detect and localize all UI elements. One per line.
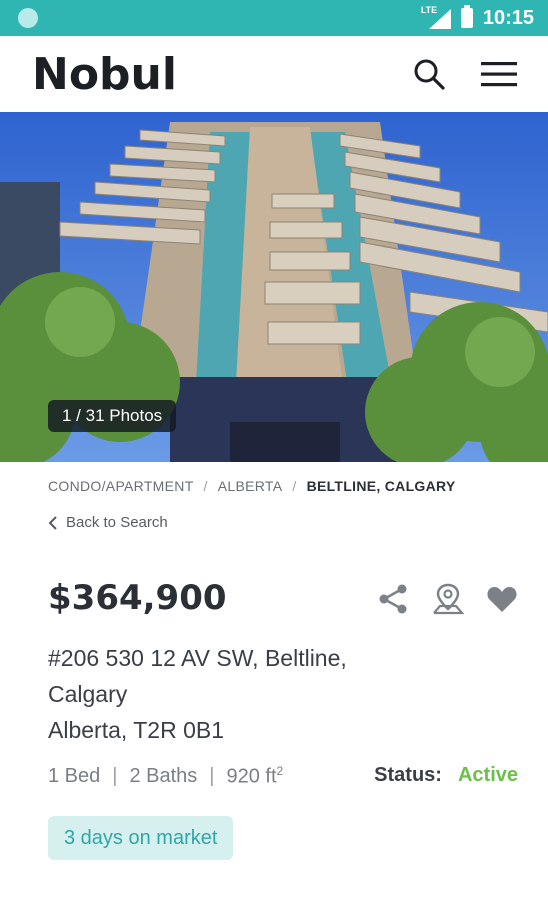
share-icon[interactable] [376, 582, 410, 616]
breadcrumb-separator: / [292, 478, 297, 494]
address-line-3: Alberta, T2R 0B1 [48, 717, 225, 743]
beds-count: 1 Bed [48, 764, 101, 787]
floor-area-unit-exponent: 2 [276, 764, 284, 778]
search-icon[interactable] [410, 55, 448, 93]
status-label: Status: [374, 764, 442, 786]
status-bar: LTE 10:15 [0, 0, 548, 36]
breadcrumb: CONDO/APARTMENT / ALBERTA / BELTLINE, CA… [48, 478, 456, 494]
clock: 10:15 [482, 6, 534, 29]
battery-icon [460, 5, 473, 28]
chevron-left-icon [48, 515, 57, 530]
listing-actions [376, 582, 518, 616]
map-pin-icon[interactable] [432, 582, 464, 616]
back-to-search-label: Back to Search [66, 514, 168, 531]
days-on-market-badge: 3 days on market [48, 816, 234, 860]
notification-dot-icon [18, 8, 38, 28]
baths-count: 2 Baths [129, 764, 198, 787]
listing-price: $364,900 [48, 578, 227, 618]
menu-icon[interactable] [480, 55, 518, 93]
heart-icon[interactable] [486, 584, 518, 614]
breadcrumb-separator: / [203, 478, 208, 494]
floor-area: 920 ft2 [227, 764, 284, 789]
back-to-search-link[interactable]: Back to Search [48, 514, 168, 531]
address-line-2: Calgary [48, 681, 128, 707]
breadcrumb-item-type[interactable]: CONDO/APARTMENT [48, 478, 194, 494]
listing-status: Status: Active [374, 764, 518, 787]
app-header: Nobul [0, 36, 548, 112]
address-line-1: #206 530 12 AV SW, Beltline, [48, 645, 347, 671]
breadcrumb-item-province[interactable]: ALBERTA [218, 478, 283, 494]
listing-specs: 1 Bed | 2 Baths | 920 ft2 [48, 764, 283, 789]
spec-separator: | [209, 764, 215, 787]
status-right: LTE 10:15 [421, 5, 534, 30]
spec-separator: | [112, 764, 118, 787]
floor-area-value: 920 ft [226, 765, 277, 788]
breadcrumb-item-area: BELTLINE, CALGARY [306, 478, 456, 494]
listing-address: #206 530 12 AV SW, Beltline, Calgary Alb… [48, 640, 408, 748]
logo[interactable]: Nobul [32, 49, 177, 100]
status-value: Active [457, 764, 518, 786]
photo-count-badge[interactable]: 1 / 31 Photos [48, 400, 177, 432]
signal-icon: LTE [421, 5, 451, 29]
